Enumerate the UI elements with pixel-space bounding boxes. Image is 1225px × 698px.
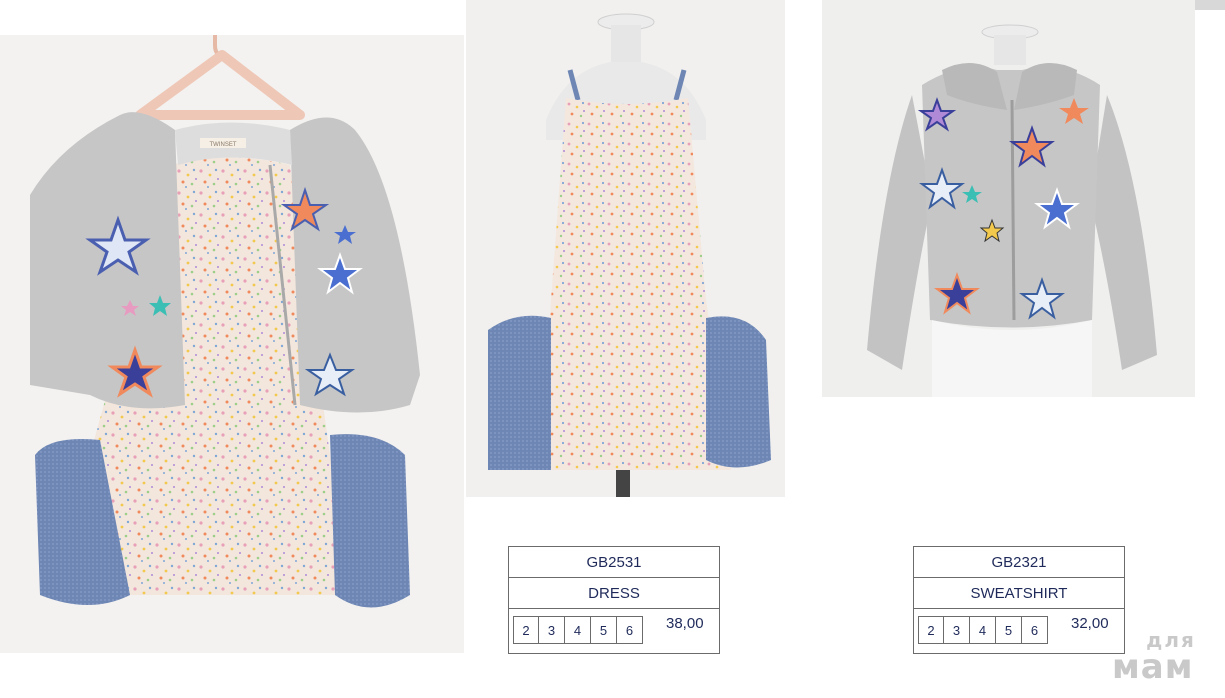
size-cell: 4 bbox=[970, 616, 996, 644]
product-price: 32,00 bbox=[1071, 615, 1109, 632]
sweatshirt-photo bbox=[822, 0, 1195, 397]
watermark-logo: для мам bbox=[1112, 630, 1222, 690]
size-cells: 2 3 4 5 6 bbox=[918, 616, 1048, 644]
product-name: DRESS bbox=[509, 578, 719, 609]
size-cell: 6 bbox=[617, 616, 643, 644]
watermark-bottom: мам bbox=[1112, 647, 1194, 687]
size-cell: 3 bbox=[944, 616, 970, 644]
brand-label: TWINSET bbox=[210, 142, 237, 148]
product-price: 38,00 bbox=[666, 615, 704, 632]
dress-spec-table: GB2531 DRESS 2 3 4 5 6 38,00 bbox=[508, 546, 720, 654]
size-cell: 3 bbox=[539, 616, 565, 644]
size-cell: 5 bbox=[591, 616, 617, 644]
sweatshirt-spec-table: GB2321 SWEATSHIRT 2 3 4 5 6 32,00 bbox=[913, 546, 1125, 654]
product-name: SWEATSHIRT bbox=[914, 578, 1124, 609]
size-cell: 6 bbox=[1022, 616, 1048, 644]
size-cell: 2 bbox=[918, 616, 944, 644]
size-cells: 2 3 4 5 6 bbox=[513, 616, 643, 644]
product-code: GB2531 bbox=[509, 547, 719, 578]
dress-photo bbox=[466, 0, 785, 497]
size-cell: 5 bbox=[996, 616, 1022, 644]
size-cell: 4 bbox=[565, 616, 591, 644]
product-code: GB2321 bbox=[914, 547, 1124, 578]
size-cell: 2 bbox=[513, 616, 539, 644]
size-price-row: 2 3 4 5 6 32,00 bbox=[914, 609, 1124, 654]
outfit-photo: TWINSET bbox=[0, 35, 464, 653]
size-price-row: 2 3 4 5 6 38,00 bbox=[509, 609, 719, 654]
